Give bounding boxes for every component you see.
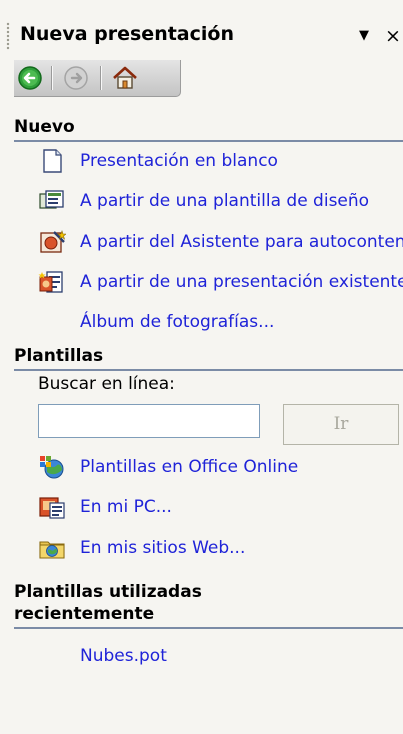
existing-presentation-icon [38, 271, 63, 293]
link-label: A partir de una plantilla de diseño [80, 191, 370, 211]
link-label: Presentación en blanco [80, 151, 278, 171]
link-from-existing-presentation[interactable]: A partir de una presentación existente [38, 267, 403, 297]
link-templates-my-pc[interactable]: En mi PC... [38, 492, 172, 522]
task-pane-title: Nueva presentación [20, 23, 234, 45]
link-recent-template[interactable]: Nubes.pot [38, 641, 167, 671]
recent-icon-placeholder [38, 643, 66, 669]
section-nuevo-heading: Nuevo [14, 116, 403, 142]
recent-heading-line-2: recientemente [14, 604, 155, 624]
design-template-icon [39, 190, 64, 209]
link-photo-album[interactable]: Álbum de fotografías... [38, 307, 274, 337]
link-label: En mi PC... [80, 497, 172, 517]
search-online-input[interactable] [38, 404, 260, 438]
link-from-design-template[interactable]: A partir de una plantilla de diseño [38, 186, 369, 216]
nav-separator [100, 66, 102, 90]
go-button[interactable]: Ir [283, 404, 399, 445]
my-computer-templates-icon [39, 497, 65, 519]
navigation-toolbar [14, 60, 181, 97]
link-templates-my-websites[interactable]: En mis sitios Web... [38, 533, 245, 563]
search-online-label: Buscar en línea: [38, 374, 175, 394]
drag-grip-icon[interactable] [6, 22, 10, 50]
back-icon [18, 66, 42, 90]
task-pane-content: Nueva presentación ▼ × Nuevo Presentació… [0, 0, 403, 734]
link-label: Plantillas en Office Online [80, 457, 299, 477]
link-label: En mis sitios Web... [80, 538, 246, 558]
home-icon [113, 66, 137, 89]
link-blank-presentation[interactable]: Presentación en blanco [38, 146, 278, 176]
section-plantillas-heading: Plantillas [14, 345, 403, 371]
nav-separator [51, 66, 53, 90]
autocontent-wizard-icon [40, 230, 66, 253]
task-pane-menu-button[interactable]: ▼ [355, 27, 373, 45]
forward-button[interactable] [62, 64, 90, 92]
recent-heading-line-1: Plantillas utilizadas [14, 582, 202, 602]
office-online-icon [40, 456, 64, 479]
task-pane: Nueva presentación ▼ × Nuevo Presentació… [0, 0, 403, 734]
link-label: Nubes.pot [80, 646, 167, 666]
forward-icon [64, 66, 88, 90]
close-button[interactable]: × [383, 25, 403, 47]
blank-document-icon [43, 149, 62, 173]
home-button[interactable] [111, 64, 139, 92]
link-templates-office-online[interactable]: Plantillas en Office Online [38, 452, 298, 482]
link-label: Álbum de fotografías... [80, 312, 275, 332]
section-recent-templates-heading: Plantillas utilizadas recientemente [14, 581, 403, 629]
back-button[interactable] [16, 64, 44, 92]
link-label: A partir de una presentación existente [80, 272, 403, 292]
link-from-autocontent-wizard[interactable]: A partir del Asistente para autocontenid… [38, 227, 403, 257]
link-label: A partir del Asistente para autocontenid… [80, 232, 403, 252]
task-pane-title-bar: Nueva presentación ▼ × [0, 18, 403, 54]
web-folder-icon [39, 541, 65, 559]
photo-album-icon-placeholder [38, 309, 66, 335]
